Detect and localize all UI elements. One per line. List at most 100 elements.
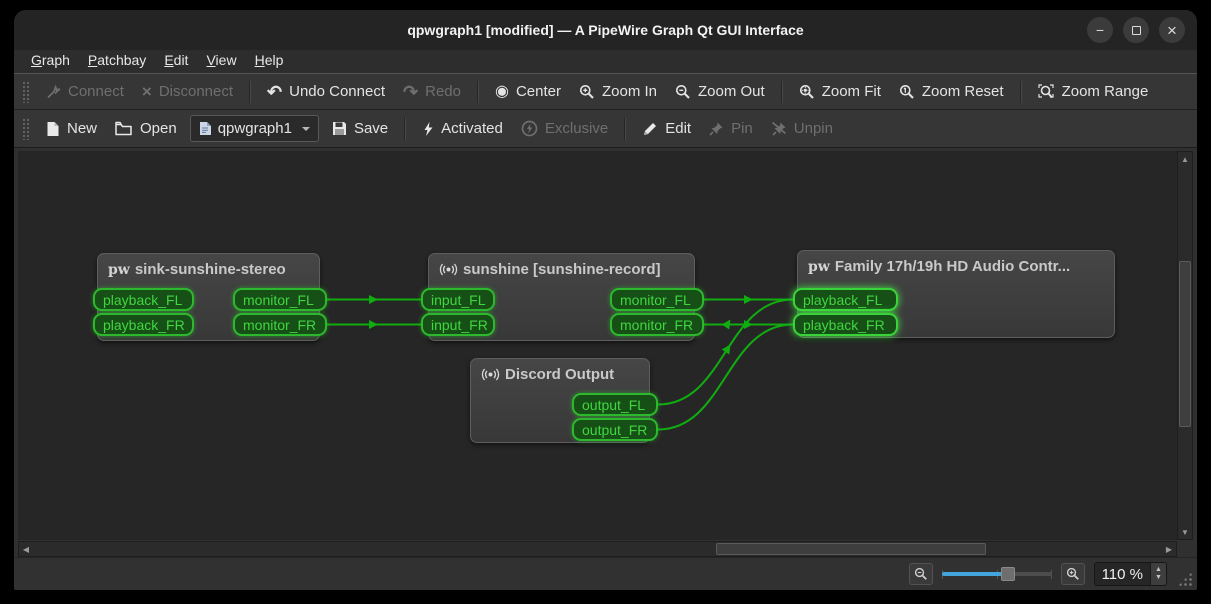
redo-label: Redo — [425, 83, 461, 100]
status-zoom-in-button[interactable] — [1061, 563, 1085, 585]
center-button[interactable]: ◉ Center — [486, 79, 570, 104]
open-label: Open — [140, 120, 177, 137]
connect-button[interactable]: Connect — [37, 79, 133, 104]
port-sink-playback-fr[interactable]: playback_FR — [93, 313, 194, 336]
zoom-slider[interactable] — [942, 566, 1052, 582]
exclusive-icon — [521, 120, 538, 137]
toolbar-separator — [1020, 81, 1022, 103]
patchbay-profile-combobox[interactable]: qpwgraph1 — [190, 115, 319, 142]
port-sunshine-monitor-fr[interactable]: monitor_FR — [610, 313, 704, 336]
activated-bolt-icon — [422, 121, 434, 137]
new-button[interactable]: New — [37, 116, 106, 141]
zoom-in-button[interactable]: Zoom In — [570, 79, 666, 104]
zoom-fit-icon — [799, 84, 815, 100]
zoom-reset-label: Zoom Reset — [922, 83, 1004, 100]
patchbay-toolbar: New Open qpwgraph1 Save Act — [14, 110, 1197, 148]
port-sunshine-input-fl[interactable]: input_FL — [421, 288, 495, 311]
scroll-up-button[interactable]: ▲ — [1178, 152, 1192, 166]
chevron-down-icon — [302, 127, 310, 131]
app-window: qpwgraph1 [modified] — A PipeWire Graph … — [14, 10, 1197, 590]
disconnect-button[interactable]: × Disconnect — [133, 79, 242, 104]
port-sink-monitor-fr[interactable]: monitor_FR — [233, 313, 327, 336]
save-button[interactable]: Save — [323, 116, 397, 141]
zoom-range-label: Zoom Range — [1062, 83, 1149, 100]
menu-view[interactable]: View — [197, 50, 245, 73]
toolbar-separator — [249, 81, 251, 103]
exclusive-button[interactable]: Exclusive — [512, 116, 617, 141]
activated-button[interactable]: Activated — [413, 116, 512, 141]
zoom-out-icon — [914, 567, 928, 581]
zoom-fit-label: Zoom Fit — [822, 83, 881, 100]
center-icon: ◉ — [495, 85, 509, 99]
port-discord-output-fl[interactable]: output_FL — [572, 393, 658, 416]
new-label: New — [67, 120, 97, 137]
scroll-right-button[interactable]: ▶ — [1162, 542, 1176, 556]
redo-icon: ↷ — [403, 85, 418, 99]
open-button[interactable]: Open — [106, 116, 186, 141]
port-family-playback-fr[interactable]: playback_FR — [793, 313, 898, 336]
port-sunshine-input-fr[interactable]: input_FR — [421, 313, 495, 336]
scroll-down-button[interactable]: ▼ — [1178, 525, 1192, 539]
toolbar-separator — [404, 118, 406, 140]
title-bar[interactable]: qpwgraph1 [modified] — A PipeWire Graph … — [14, 10, 1197, 50]
toolbar-drag-handle[interactable] — [22, 81, 29, 103]
redo-button[interactable]: ↷ Redo — [394, 79, 470, 104]
new-file-icon — [46, 121, 60, 137]
activated-label: Activated — [441, 120, 503, 137]
window-resize-grip[interactable] — [1178, 572, 1192, 586]
menu-edit[interactable]: Edit — [155, 50, 197, 73]
open-folder-icon — [115, 121, 133, 136]
spin-up-icon[interactable]: ▲ — [1155, 566, 1162, 574]
zoom-range-button[interactable]: Zoom Range — [1029, 79, 1158, 104]
node-title: Family 17h/19h HD Audio Contr... — [835, 258, 1070, 275]
wire-arrow — [722, 342, 734, 354]
vertical-scrollbar[interactable]: ▲ ▼ — [1177, 151, 1193, 540]
zoom-out-button[interactable]: Zoom Out — [666, 79, 774, 104]
zoom-percent-spinbox[interactable]: 110 % ▲▼ — [1094, 562, 1167, 586]
edit-button[interactable]: Edit — [633, 116, 700, 141]
spin-down-icon[interactable]: ▼ — [1155, 574, 1162, 582]
slider-handle[interactable] — [1001, 567, 1015, 581]
menu-patchbay[interactable]: Patchbay — [79, 50, 155, 73]
horizontal-scrollbar[interactable]: ◀ ▶ — [18, 541, 1177, 557]
edit-pencil-icon — [642, 121, 658, 137]
center-label: Center — [516, 83, 561, 100]
horizontal-scrollbar-thumb[interactable] — [716, 543, 986, 555]
disconnect-label: Disconnect — [159, 83, 233, 100]
vertical-scrollbar-thumb[interactable] — [1179, 261, 1191, 427]
zoom-fit-button[interactable]: Zoom Fit — [790, 79, 890, 104]
status-bar: 110 % ▲▼ — [14, 557, 1197, 590]
graph-canvas[interactable]: pwsink-sunshine-stereo sunshine [sunshin… — [18, 151, 1177, 540]
toolbar-drag-handle[interactable] — [22, 118, 29, 140]
port-sunshine-monitor-fl[interactable]: monitor_FL — [610, 288, 704, 311]
menu-help[interactable]: Help — [246, 50, 293, 73]
menu-graph[interactable]: Graph — [22, 50, 79, 73]
wire-arrow — [369, 320, 378, 329]
zoom-percent-value: 110 % — [1095, 566, 1150, 583]
stream-icon — [439, 262, 458, 277]
port-sink-monitor-fl[interactable]: monitor_FL — [233, 288, 327, 311]
zoom-out-label: Zoom Out — [698, 83, 765, 100]
status-zoom-out-button[interactable] — [909, 563, 933, 585]
undo-connect-button[interactable]: ↶ Undo Connect — [258, 79, 394, 104]
zoom-in-icon — [1066, 567, 1080, 581]
pin-button[interactable]: Pin — [700, 116, 762, 141]
spinbox-arrows[interactable]: ▲▼ — [1150, 563, 1166, 585]
connect-icon — [46, 84, 61, 99]
zoom-reset-button[interactable]: Zoom Reset — [890, 79, 1013, 104]
unpin-button[interactable]: Unpin — [762, 116, 842, 141]
scroll-left-button[interactable]: ◀ — [19, 542, 33, 556]
disconnect-icon: × — [142, 85, 152, 99]
close-button[interactable]: × — [1159, 17, 1185, 43]
minimize-button[interactable]: − — [1087, 17, 1113, 43]
minimize-icon: − — [1096, 23, 1104, 37]
save-label: Save — [354, 120, 388, 137]
zoom-in-label: Zoom In — [602, 83, 657, 100]
maximize-button[interactable] — [1123, 17, 1149, 43]
port-family-playback-fl[interactable]: playback_FL — [793, 288, 898, 311]
port-sink-playback-fl[interactable]: playback_FL — [93, 288, 194, 311]
node-title: sink-sunshine-stereo — [135, 261, 286, 278]
edit-label: Edit — [665, 120, 691, 137]
port-discord-output-fr[interactable]: output_FR — [572, 418, 658, 441]
undo-connect-label: Undo Connect — [289, 83, 385, 100]
